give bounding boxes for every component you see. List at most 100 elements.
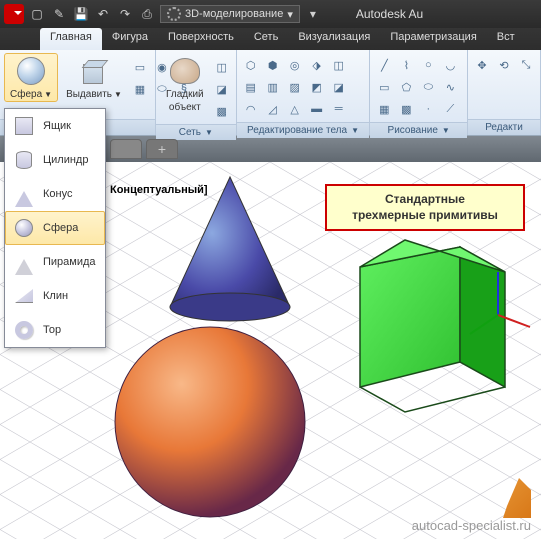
annotation-callout: Стандартные трехмерные примитивы xyxy=(325,184,525,231)
callout-line1: Стандартные xyxy=(333,192,517,208)
qat-new-icon[interactable]: ▢ xyxy=(28,5,46,23)
region-button[interactable]: ▦ xyxy=(374,99,394,119)
subtract-button[interactable]: ⬢ xyxy=(263,55,283,75)
dropdown-item-cone[interactable]: Конус xyxy=(5,177,105,211)
ribbon-tab-strip: Главная Фигура Поверхность Сеть Визуализ… xyxy=(0,28,541,50)
panel-solid-edit: ⬡ ⬢ ◎ ⬗ ◫ ▤ ▥ ▨ ◩ ◪ ◠ ◿ △ ▬ ═ Редактиров… xyxy=(237,50,371,135)
tab-home[interactable]: Главная xyxy=(40,28,102,50)
smooth-icon xyxy=(170,58,200,84)
gear-icon xyxy=(167,7,181,21)
fillet-edge-button[interactable]: ◠ xyxy=(241,99,261,119)
extrude-button[interactable]: Выдавить▼ xyxy=(60,53,128,102)
sphere-split-button[interactable]: Сфера▼ xyxy=(4,53,58,102)
smooth-object-button[interactable]: Гладкий объект xyxy=(160,53,210,115)
copy-edge-button[interactable]: ═ xyxy=(329,99,349,119)
primitive-dropdown: Ящик Цилиндр Конус Сфера Пирамида Клин Т… xyxy=(4,108,106,348)
workspace-selector[interactable]: 3D-моделирование ▾ xyxy=(160,5,300,23)
rotate-button[interactable]: ⟲ xyxy=(494,55,514,75)
cylinder-icon xyxy=(16,151,32,169)
visual-style-label[interactable]: Концептуальный] xyxy=(110,184,208,196)
extrude-icon xyxy=(81,58,107,84)
line-button[interactable]: ╱ xyxy=(374,55,394,75)
sphere-icon xyxy=(15,219,33,237)
extrude-face-button[interactable]: ▤ xyxy=(241,77,261,97)
panel-solid-edit-title[interactable]: Редактирование тела▼ xyxy=(237,122,370,138)
polygon-button[interactable]: ⬠ xyxy=(396,77,416,97)
dropdown-item-cylinder[interactable]: Цилиндр xyxy=(5,143,105,177)
panel-draw: ╱ ⌇ ○ ◡ ▭ ⬠ ⬭ ∿ ▦ ▩ · ⟋ Рисование▼ xyxy=(370,50,468,135)
torus-icon xyxy=(15,321,33,339)
dropdown-item-box[interactable]: Ящик xyxy=(5,109,105,143)
separate-button[interactable]: ◪ xyxy=(329,77,349,97)
taper-face-button[interactable]: △ xyxy=(285,99,305,119)
watermark-logo-icon xyxy=(491,478,531,518)
mesh-less-button[interactable]: ◪ xyxy=(212,79,232,99)
qat-extra-icon[interactable]: ▾ xyxy=(304,5,322,23)
chevron-down-icon: ▾ xyxy=(287,8,293,21)
qat-undo-icon[interactable]: ↶ xyxy=(94,5,112,23)
tab-parametric[interactable]: Параметризация xyxy=(380,28,486,50)
dropdown-item-sphere[interactable]: Сфера xyxy=(5,211,105,245)
title-bar: ▢ ✎ 💾 ↶ ↷ ⎙ 3D-моделирование ▾ ▾ Autodes… xyxy=(0,0,541,28)
mesh-more-button[interactable]: ◫ xyxy=(212,57,232,77)
slice-button[interactable]: ⬗ xyxy=(307,55,327,75)
panel-modify-title[interactable]: Редакти xyxy=(468,119,540,135)
wedge-icon xyxy=(15,289,33,303)
panel-mesh-title[interactable]: Сеть▼ xyxy=(156,124,236,140)
union-button[interactable]: ⬡ xyxy=(241,55,261,75)
watermark: autocad-specialist.ru xyxy=(412,478,531,533)
sphere-button-label: Сфера xyxy=(10,89,42,100)
imprint-button[interactable]: ◩ xyxy=(307,77,327,97)
smooth-label-1: Гладкий xyxy=(166,89,204,100)
tab-solid[interactable]: Фигура xyxy=(102,28,158,50)
polyline-button[interactable]: ⌇ xyxy=(396,55,416,75)
presspull-button[interactable]: ▦ xyxy=(130,79,150,99)
document-tab[interactable] xyxy=(110,139,142,159)
dropdown-label: Тор xyxy=(43,324,61,336)
ellipse-button[interactable]: ⬭ xyxy=(418,77,438,97)
rectangle-button[interactable]: ▭ xyxy=(374,77,394,97)
dropdown-label: Пирамида xyxy=(43,256,96,268)
color-face-button[interactable]: ▬ xyxy=(307,99,327,119)
hatch-button[interactable]: ▩ xyxy=(396,99,416,119)
new-document-tab[interactable]: + xyxy=(146,139,178,159)
sphere-icon xyxy=(17,57,45,85)
workspace-label: 3D-моделирование xyxy=(185,8,283,20)
mesh-refine-button[interactable]: ▩ xyxy=(212,101,232,121)
polysolid-button[interactable]: ▭ xyxy=(130,57,150,77)
dropdown-label: Ящик xyxy=(43,120,71,132)
arc-button[interactable]: ◡ xyxy=(440,55,460,75)
dropdown-item-torus[interactable]: Тор xyxy=(5,313,105,347)
qat-redo-icon[interactable]: ↷ xyxy=(116,5,134,23)
chevron-down-icon: ▼ xyxy=(114,90,122,99)
dropdown-item-wedge[interactable]: Клин xyxy=(5,279,105,313)
callout-line2: трехмерные примитивы xyxy=(333,208,517,224)
qat-save-icon[interactable]: 💾 xyxy=(72,5,90,23)
tab-mesh[interactable]: Сеть xyxy=(244,28,288,50)
dropdown-label: Конус xyxy=(43,188,72,200)
qat-open-icon[interactable]: ✎ xyxy=(50,5,68,23)
3dpoly-button[interactable]: ⟋ xyxy=(440,99,460,119)
point-button[interactable]: · xyxy=(418,99,438,119)
tab-insert[interactable]: Вст xyxy=(487,28,525,50)
move-button[interactable]: ✥ xyxy=(472,55,492,75)
intersect-button[interactable]: ◎ xyxy=(285,55,305,75)
qat-print-icon[interactable]: ⎙ xyxy=(138,5,156,23)
dropdown-label: Клин xyxy=(43,290,68,302)
panel-draw-title[interactable]: Рисование▼ xyxy=(370,122,467,138)
spline-button[interactable]: ∿ xyxy=(440,77,460,97)
chamfer-edge-button[interactable]: ◿ xyxy=(263,99,283,119)
solid-edit-buttons: ⬡ ⬢ ◎ ⬗ ◫ ▤ ▥ ▨ ◩ ◪ ◠ ◿ △ ▬ ═ xyxy=(241,55,349,119)
thicken-button[interactable]: ◫ xyxy=(329,55,349,75)
smooth-label-2: объект xyxy=(169,102,201,113)
circle-button[interactable]: ○ xyxy=(418,55,438,75)
offset-face-button[interactable]: ▥ xyxy=(263,77,283,97)
watermark-text: autocad-specialist.ru xyxy=(412,518,531,533)
dropdown-item-pyramid[interactable]: Пирамида xyxy=(5,245,105,279)
shell-button[interactable]: ▨ xyxy=(285,77,305,97)
app-menu-button[interactable] xyxy=(4,4,24,24)
chevron-down-icon: ▼ xyxy=(351,126,359,135)
tab-surface[interactable]: Поверхность xyxy=(158,28,244,50)
scale-button[interactable]: ⤡ xyxy=(516,55,536,75)
tab-render[interactable]: Визуализация xyxy=(288,28,380,50)
